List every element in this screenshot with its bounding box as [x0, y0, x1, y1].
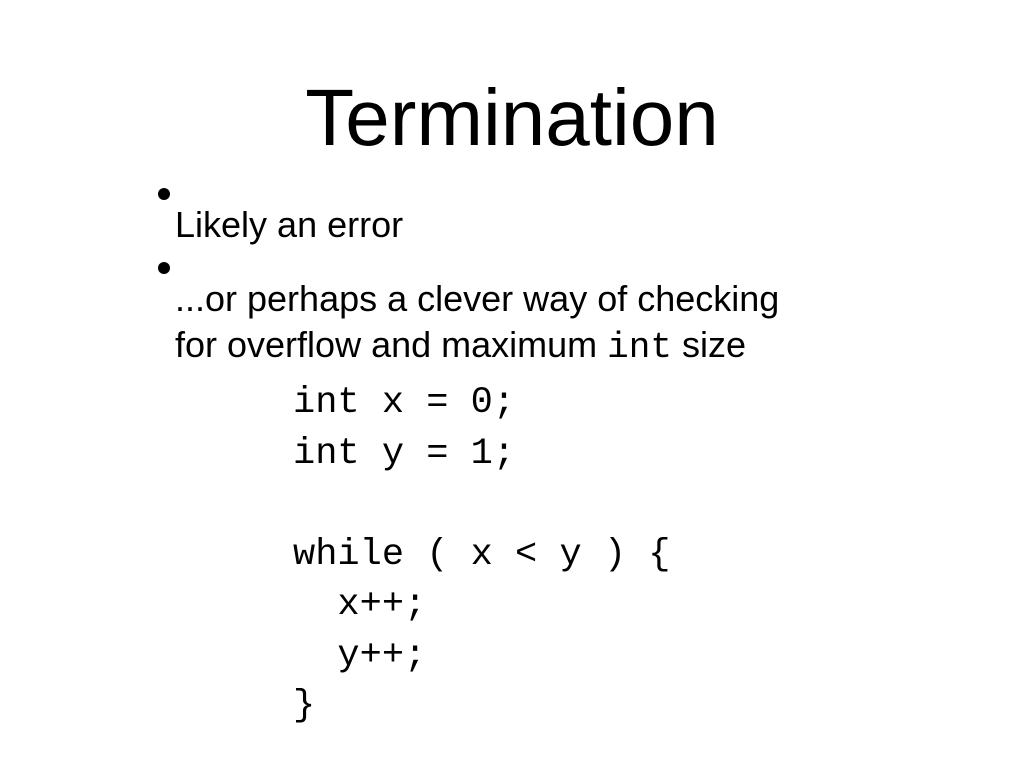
bullet-2-line1: ...or perhaps a clever way of checking [175, 278, 780, 319]
bullet-2-text: for overflow and maximum [175, 324, 608, 365]
bullet-icon [158, 188, 170, 200]
bullet-2-line2: for overflow and maximum int size [175, 322, 779, 371]
bullet-1: Likely an error [175, 204, 404, 245]
code-block: int x = 0; int y = 1; while ( x < y ) { … [293, 382, 671, 727]
inline-code: int [607, 327, 672, 368]
bullet-icon [158, 262, 170, 274]
bullet-2: ...or perhaps a clever way of checking f… [175, 276, 779, 371]
slide-title: Termination [305, 73, 719, 162]
bullet-2-text-end: size [671, 324, 746, 365]
